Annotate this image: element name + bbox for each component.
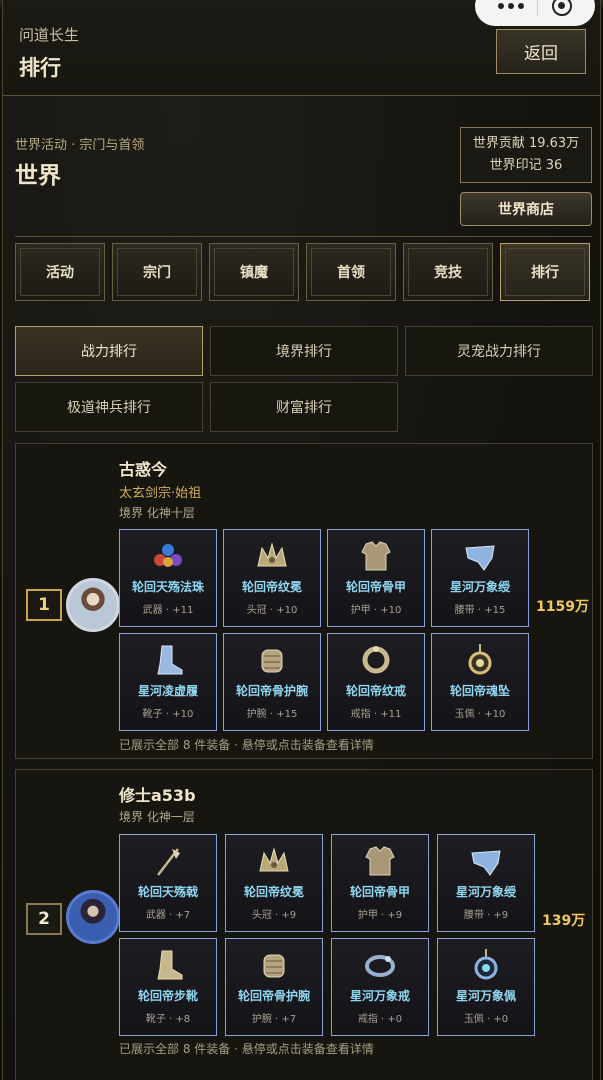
equip-slot[interactable]: 轮回天殇法珠 武器 · +11 bbox=[119, 529, 217, 627]
tab-ranking[interactable]: 排行 bbox=[500, 243, 590, 301]
equip-slot[interactable]: 星河凌虚履 靴子 · +10 bbox=[119, 633, 217, 731]
armor-icon bbox=[356, 538, 396, 574]
equip-note: 已展示全部 8 件装备 · 悬停或点击装备查看详情 bbox=[119, 1042, 374, 1056]
pendant-icon bbox=[460, 642, 500, 678]
app-title: 问道长生 bbox=[19, 26, 80, 44]
belt-icon bbox=[466, 843, 506, 879]
pendant-icon bbox=[466, 947, 506, 983]
equip-slot[interactable]: 星河万象佩 玉佩 · +0 bbox=[437, 938, 535, 1036]
divider bbox=[15, 236, 592, 237]
mini-program-capsule bbox=[475, 0, 595, 26]
player-realm: 境界 化神一层 bbox=[119, 810, 195, 824]
subtab-wealth[interactable]: 财富排行 bbox=[210, 382, 398, 432]
world-shop-button[interactable]: 世界商店 bbox=[460, 192, 592, 226]
ring-icon bbox=[360, 947, 400, 983]
world-stats: 世界贡献 19.63万 世界印记 36 bbox=[460, 127, 592, 183]
close-target-icon[interactable] bbox=[552, 0, 573, 16]
bracer-icon bbox=[252, 642, 292, 678]
boots-icon bbox=[148, 947, 188, 983]
equip-slot[interactable]: 轮回帝骨甲 护甲 · +9 bbox=[331, 834, 429, 932]
equip-slot[interactable]: 星河万象戒 戒指 · +0 bbox=[331, 938, 429, 1036]
equip-slot[interactable]: 轮回帝纹戒 戒指 · +11 bbox=[327, 633, 425, 731]
equip-slot[interactable]: 轮回帝骨护腕 护腕 · +7 bbox=[225, 938, 323, 1036]
avatar[interactable] bbox=[66, 578, 120, 632]
equip-slot[interactable]: 星河万象绶 腰带 · +9 bbox=[437, 834, 535, 932]
equip-slot[interactable]: 轮回帝骨甲 护甲 · +10 bbox=[327, 529, 425, 627]
section-title: 世界 bbox=[15, 163, 61, 189]
subtab-power[interactable]: 战力排行 bbox=[15, 326, 203, 376]
more-icon[interactable] bbox=[497, 3, 524, 9]
player-name: 修士a53b bbox=[119, 786, 196, 805]
avatar[interactable] bbox=[66, 890, 120, 944]
combat-power: 1159万 bbox=[536, 599, 589, 615]
tab-activity[interactable]: 活动 bbox=[15, 243, 105, 301]
world-seal: 世界印记 36 bbox=[489, 158, 563, 173]
equip-slot[interactable]: 轮回帝纹冕 头冠 · +9 bbox=[225, 834, 323, 932]
subtab-realm[interactable]: 境界排行 bbox=[210, 326, 398, 376]
rank-badge: 2 bbox=[26, 903, 62, 935]
crown-icon bbox=[254, 843, 294, 879]
tab-arena[interactable]: 竞技 bbox=[403, 243, 493, 301]
subtab-pet-power[interactable]: 灵宠战力排行 bbox=[405, 326, 593, 376]
ranking-card[interactable]: 修士a53b 境界 化神一层 2 139万 轮回天殇戟 武器 · +7 轮回帝纹… bbox=[15, 769, 593, 1080]
halberd-icon bbox=[148, 843, 188, 879]
world-contribution: 世界贡献 19.63万 bbox=[472, 136, 580, 151]
equip-slot[interactable]: 轮回帝魂坠 玉佩 · +10 bbox=[431, 633, 529, 731]
equip-slot[interactable]: 星河万象绶 腰带 · +15 bbox=[431, 529, 529, 627]
equip-slot[interactable]: 轮回帝骨护腕 护腕 · +15 bbox=[223, 633, 321, 731]
subtab-weapon[interactable]: 极道神兵排行 bbox=[15, 382, 203, 432]
boots-icon bbox=[148, 642, 188, 678]
player-name: 古惑今 bbox=[119, 460, 168, 479]
ranking-card[interactable]: 古惑今 太玄剑宗·始祖 境界 化神十层 1 1159万 轮回天殇法珠 武器 · … bbox=[15, 443, 593, 759]
equip-slot[interactable]: 轮回天殇戟 武器 · +7 bbox=[119, 834, 217, 932]
ring-icon bbox=[356, 642, 396, 678]
player-realm: 境界 化神十层 bbox=[119, 506, 195, 520]
app-frame: 问道长生 排行 返回 世界活动 · 宗门与首领 世界 世界贡献 19.63万 世… bbox=[2, 0, 601, 1080]
belt-icon bbox=[460, 538, 500, 574]
breadcrumb: 世界活动 · 宗门与首领 bbox=[15, 138, 145, 153]
player-sect: 太玄剑宗·始祖 bbox=[119, 486, 202, 501]
bracer-icon bbox=[254, 947, 294, 983]
equip-slot[interactable]: 轮回帝步靴 靴子 · +8 bbox=[119, 938, 217, 1036]
tab-boss[interactable]: 首领 bbox=[306, 243, 396, 301]
rank-badge: 1 bbox=[26, 589, 62, 621]
back-button[interactable]: 返回 bbox=[496, 29, 586, 74]
tab-demon[interactable]: 镇魔 bbox=[209, 243, 299, 301]
orb-icon bbox=[148, 538, 188, 574]
crown-icon bbox=[252, 538, 292, 574]
page-title: 排行 bbox=[19, 56, 61, 80]
armor-icon bbox=[360, 843, 400, 879]
equip-slot[interactable]: 轮回帝纹冕 头冠 · +10 bbox=[223, 529, 321, 627]
main-tabs: 活动 宗门 镇魔 首领 竞技 排行 bbox=[15, 243, 593, 303]
equip-note: 已展示全部 8 件装备 · 悬停或点击装备查看详情 bbox=[119, 738, 374, 752]
combat-power: 139万 bbox=[542, 913, 586, 929]
tab-sect[interactable]: 宗门 bbox=[112, 243, 202, 301]
